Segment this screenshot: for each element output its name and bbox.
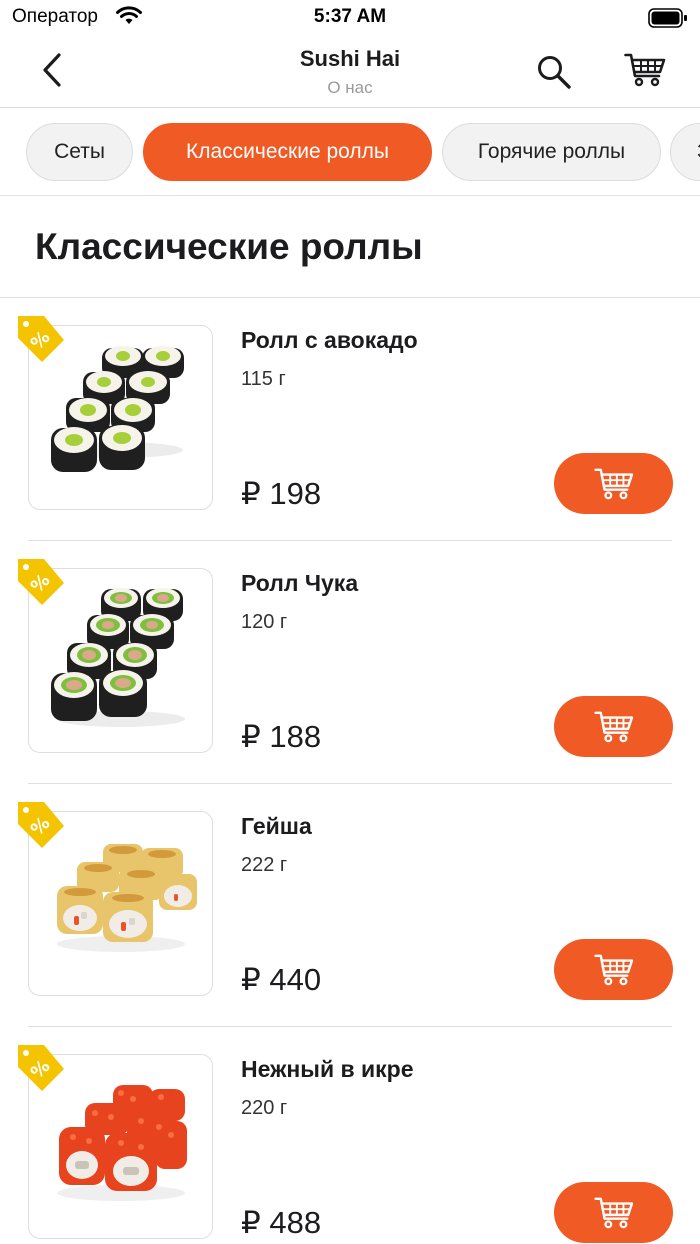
status-bar: Оператор 5:37 AM <box>0 0 700 36</box>
add-to-cart-button[interactable] <box>554 453 673 514</box>
battery-icon <box>648 8 688 33</box>
cart-icon <box>593 1197 633 1228</box>
add-to-cart-button[interactable] <box>554 696 673 757</box>
product-price: ₽ 440 <box>241 962 322 997</box>
add-to-cart-button[interactable] <box>554 939 673 1000</box>
tab-classic-rolls[interactable]: Классические роллы <box>143 123 432 181</box>
product-item[interactable]: % Гейша 222 г ₽ 440 <box>0 784 700 1027</box>
product-price: ₽ 188 <box>241 719 322 754</box>
product-item[interactable]: % Ролл Чука 120 г ₽ 188 <box>0 541 700 784</box>
discount-tag-icon: % <box>18 802 64 848</box>
search-button[interactable] <box>532 50 576 94</box>
navigation-bar: Sushi Hai О нас <box>0 36 700 108</box>
tab-hot-rolls[interactable]: Горячие роллы <box>442 123 661 181</box>
product-weight: 120 г <box>241 611 288 633</box>
cart-button[interactable] <box>620 48 670 92</box>
search-icon <box>538 56 571 89</box>
tab-next-category[interactable]: З <box>670 123 700 181</box>
product-name: Ролл с авокадо <box>241 327 418 353</box>
tab-sets[interactable]: Сеты <box>26 123 133 181</box>
section-title: Классические роллы <box>35 226 423 267</box>
product-price: ₽ 198 <box>241 476 322 511</box>
cart-icon <box>593 468 633 499</box>
restaurant-title: Sushi Hai <box>299 46 401 71</box>
cart-icon <box>593 711 633 742</box>
add-to-cart-button[interactable] <box>554 1182 673 1243</box>
product-weight: 220 г <box>241 1097 288 1119</box>
product-item[interactable]: % Ролл с авокадо 115 г ₽ 198 <box>0 298 700 541</box>
discount-tag-icon: % <box>18 1045 64 1091</box>
product-weight: 115 г <box>241 368 286 390</box>
category-tabs: Сеты Классические роллы Горячие роллы З <box>0 108 700 196</box>
cart-icon <box>593 954 633 985</box>
product-name: Ролл Чука <box>241 570 359 596</box>
product-name: Нежный в икре <box>241 1056 414 1082</box>
product-name: Гейша <box>241 813 312 839</box>
cart-icon <box>624 53 666 87</box>
discount-tag-icon: % <box>18 559 64 605</box>
about-link[interactable]: О нас <box>0 78 700 98</box>
product-price: ₽ 488 <box>241 1205 322 1240</box>
product-item[interactable]: % Нежный в икре 220 г ₽ 488 <box>0 1027 700 1244</box>
status-time: 5:37 AM <box>313 6 387 27</box>
discount-tag-icon: % <box>18 316 64 362</box>
product-weight: 222 г <box>241 854 288 876</box>
